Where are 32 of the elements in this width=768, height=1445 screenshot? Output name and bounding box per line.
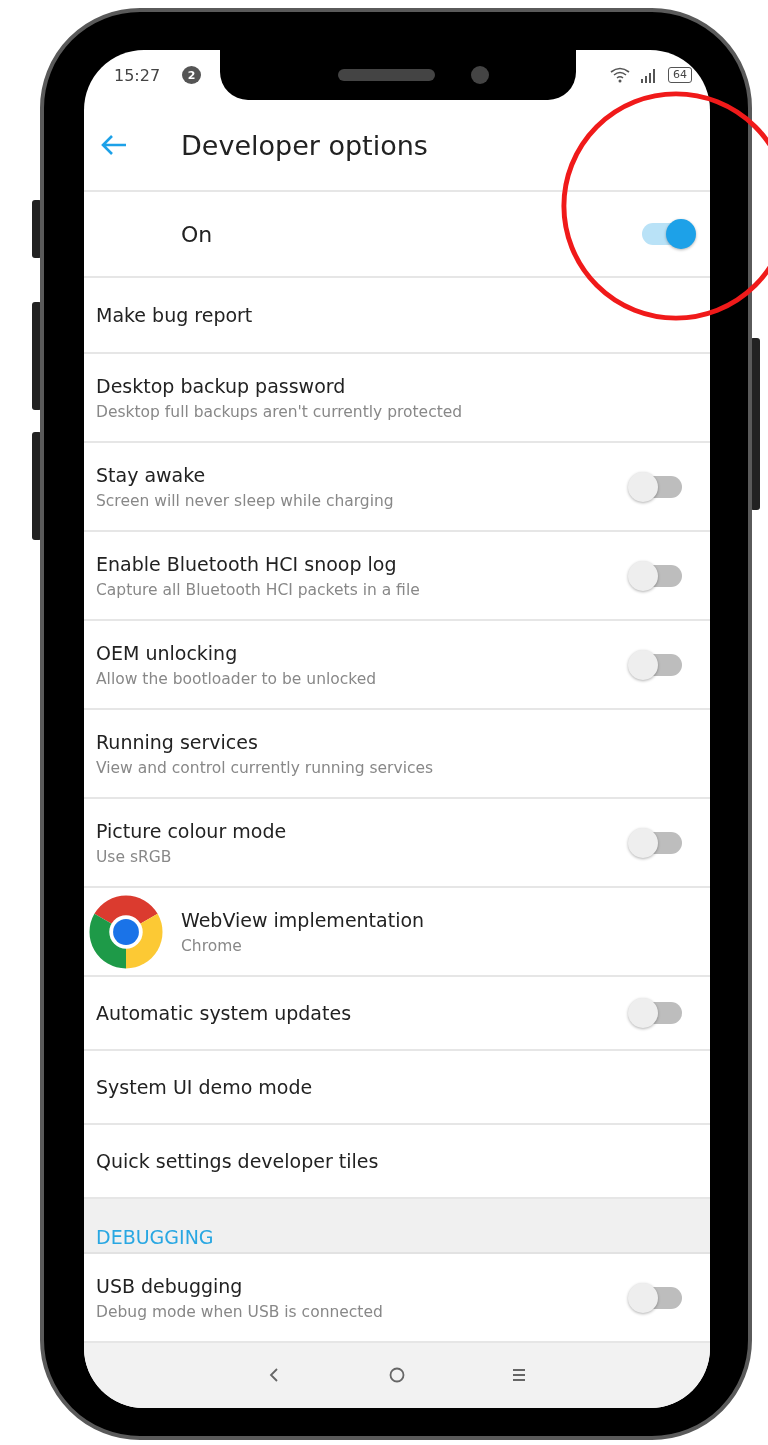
home-icon[interactable] bbox=[387, 1365, 407, 1385]
setting-title[interactable]: Automatic system updates bbox=[96, 1002, 352, 1024]
setting-title[interactable]: Quick settings developer tiles bbox=[96, 1150, 379, 1172]
setting-subtitle: View and control currently running services bbox=[96, 758, 434, 777]
section-heading: DEBUGGING bbox=[96, 1226, 214, 1248]
setting-title[interactable]: Desktop backup password bbox=[96, 374, 346, 397]
setting-subtitle: Desktop full backups aren't currently protected bbox=[96, 402, 463, 421]
setting-title[interactable]: USB debugging bbox=[96, 1274, 243, 1297]
setting-title[interactable]: Enable Bluetooth HCI snoop log bbox=[96, 552, 397, 575]
setting-title[interactable]: Picture colour mode bbox=[96, 819, 287, 842]
battery-indicator: 64 bbox=[668, 67, 692, 83]
setting-subtitle: Screen will never sleep while charging bbox=[96, 491, 394, 510]
setting-subtitle: Allow the bootloader to be unlocked bbox=[96, 669, 377, 688]
setting-title[interactable]: Stay awake bbox=[96, 463, 206, 486]
back-arrow-icon[interactable] bbox=[100, 133, 128, 157]
signal-icon bbox=[640, 67, 658, 83]
setting-title[interactable]: OEM unlocking bbox=[96, 641, 238, 664]
setting-title[interactable]: Make bug report bbox=[96, 304, 253, 326]
master-label: On bbox=[181, 221, 213, 247]
setting-subtitle: Chrome bbox=[181, 936, 242, 955]
page-title: Developer options bbox=[181, 129, 428, 161]
wifi-icon bbox=[610, 67, 630, 83]
setting-title[interactable]: WebView implementation bbox=[181, 908, 425, 931]
camera-dot bbox=[470, 66, 489, 84]
browser-logo-icon bbox=[88, 893, 164, 970]
setting-subtitle: Capture all Bluetooth HCI packets in a file bbox=[96, 580, 420, 599]
setting-title[interactable]: System UI demo mode bbox=[96, 1076, 313, 1098]
status-time: 15:27 bbox=[114, 65, 161, 85]
setting-subtitle: Use sRGB bbox=[96, 847, 172, 866]
notification-badge: 2 bbox=[182, 66, 202, 84]
setting-title[interactable]: Running services bbox=[96, 730, 258, 753]
setting-subtitle: Debug mode when USB is connected bbox=[96, 1302, 383, 1321]
